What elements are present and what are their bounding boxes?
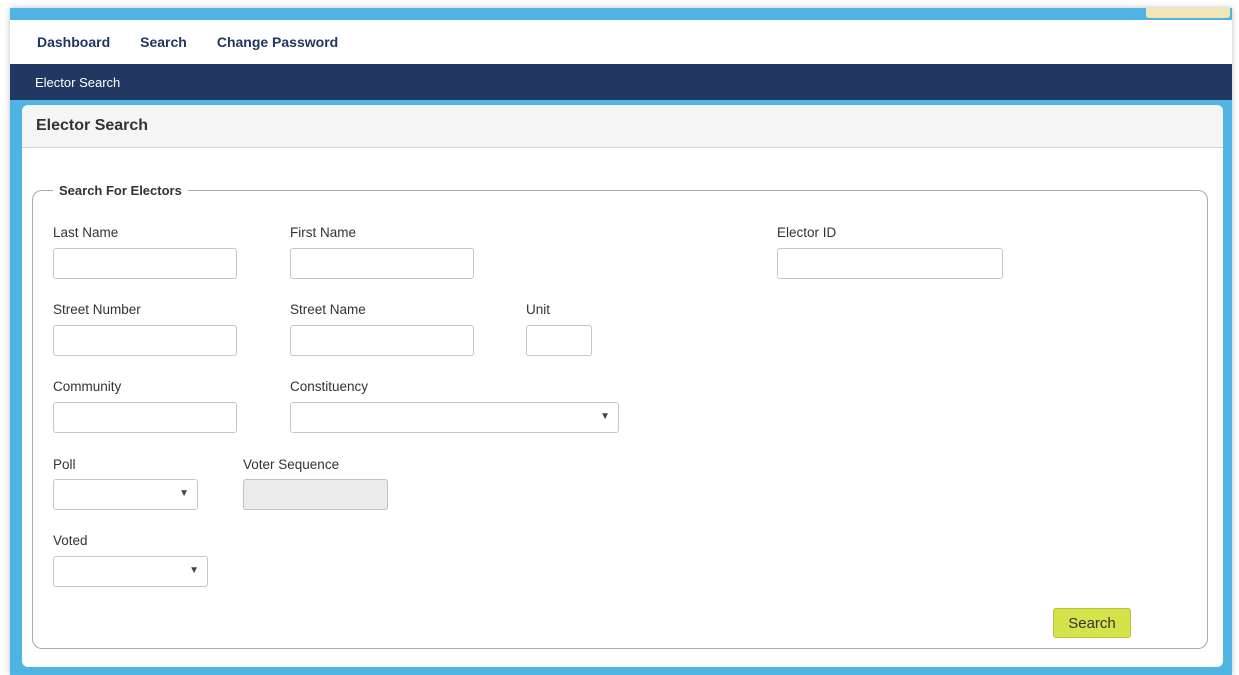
constituency-select[interactable]: ▼ [290,402,619,433]
elector-search-panel: Elector Search Search For Electors Last … [22,105,1223,667]
search-form: Last Name First Name Elector ID Street N… [22,105,1223,667]
poll-label: Poll [53,457,76,472]
constituency-label: Constituency [290,379,369,394]
street-name-input[interactable] [290,325,474,356]
breadcrumb: Elector Search [10,64,1232,100]
breadcrumb-current: Elector Search [35,74,121,90]
street-number-input[interactable] [53,325,237,356]
top-corner-tab [1146,8,1230,18]
first-name-input[interactable] [290,248,474,279]
poll-select[interactable]: ▼ [53,479,198,510]
community-input[interactable] [53,402,237,433]
community-label: Community [53,379,122,394]
chevron-down-icon: ▼ [179,488,189,499]
first-name-label: First Name [290,225,357,240]
top-navbar: Dashboard Search Change Password [10,20,1232,64]
elector-id-input[interactable] [777,248,1003,279]
chevron-down-icon: ▼ [189,565,199,576]
last-name-input[interactable] [53,248,237,279]
app-frame: Dashboard Search Change Password Elector… [10,8,1232,675]
unit-label: Unit [526,302,551,317]
nav-change-password[interactable]: Change Password [217,34,338,50]
voter-sequence-input [243,479,388,510]
elector-id-label: Elector ID [777,225,837,240]
last-name-label: Last Name [53,225,119,240]
street-name-label: Street Name [290,302,366,317]
nav-dashboard[interactable]: Dashboard [37,34,110,50]
voter-sequence-label: Voter Sequence [243,457,340,472]
chevron-down-icon: ▼ [600,411,610,422]
street-number-label: Street Number [53,302,141,317]
voted-label: Voted [53,533,88,548]
nav-search[interactable]: Search [140,34,187,50]
unit-input[interactable] [526,325,592,356]
voted-select[interactable]: ▼ [53,556,208,587]
search-button[interactable]: Search [1053,608,1131,638]
